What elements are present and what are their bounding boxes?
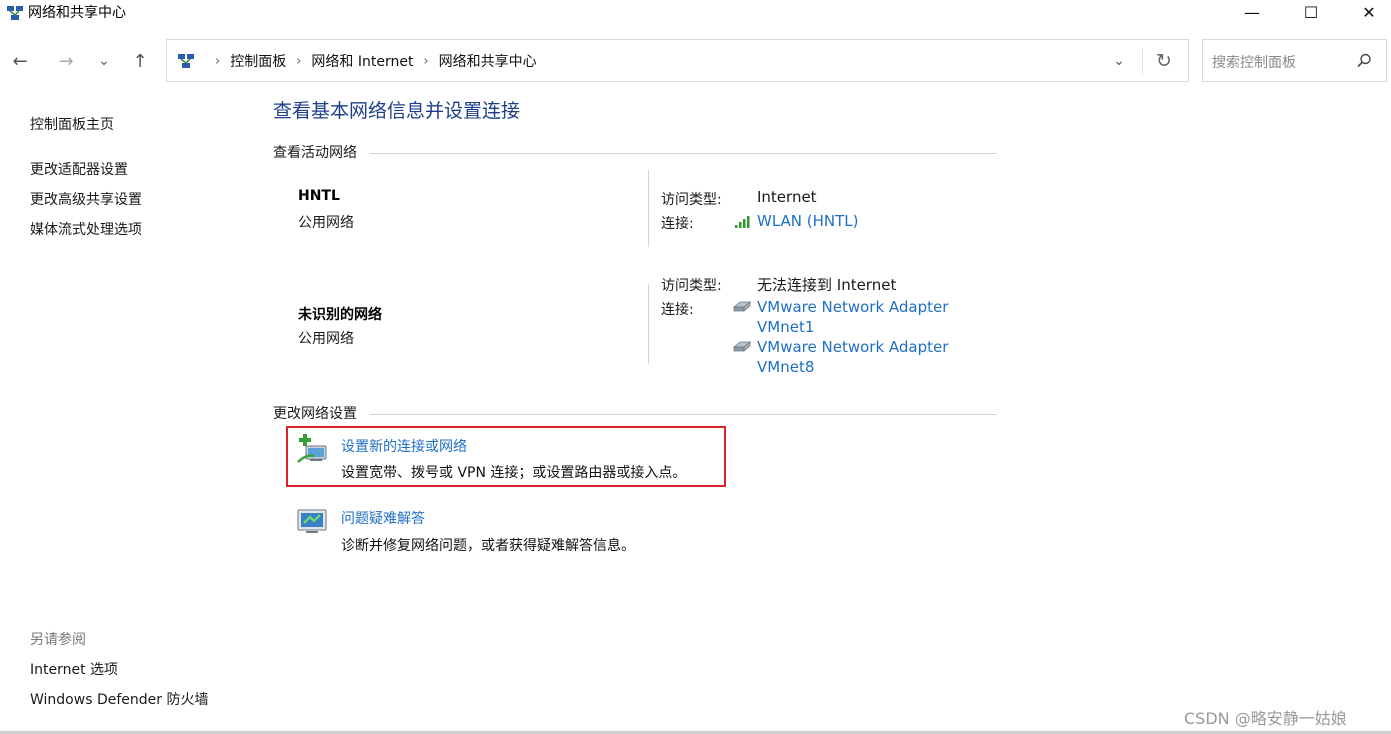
close-button[interactable]: ✕ <box>1346 0 1391 24</box>
breadcrumb-network-sharing-center[interactable]: 网络和共享中心 <box>439 51 537 71</box>
connection-label: 连接: <box>661 302 694 318</box>
breadcrumb-separator: › <box>423 53 429 69</box>
connection-link-vmnet1-name[interactable]: VMnet1 <box>757 318 814 336</box>
network-divider <box>648 170 649 247</box>
network-type: 公用网络 <box>298 215 354 231</box>
section-divider <box>370 153 997 154</box>
search-box[interactable]: 搜索控制面板 <box>1202 39 1387 82</box>
connection-link-vmnet8-name[interactable]: VMnet8 <box>757 358 814 376</box>
address-divider <box>1142 48 1143 74</box>
search-input[interactable]: 搜索控制面板 <box>1212 52 1296 72</box>
window-title: 网络和共享中心 <box>28 5 126 21</box>
access-type-value: 无法连接到 Internet <box>757 276 897 294</box>
up-button[interactable]: ↑ <box>127 48 153 74</box>
forward-button[interactable]: → <box>53 48 79 74</box>
network-name: 未识别的网络 <box>298 307 382 323</box>
see-also-internet-options[interactable]: Internet 选项 <box>30 659 118 679</box>
see-also-firewall[interactable]: Windows Defender 防火墙 <box>30 689 208 709</box>
ethernet-adapter-icon <box>732 341 752 352</box>
sidebar-link-advanced-sharing[interactable]: 更改高级共享设置 <box>30 189 142 209</box>
back-button[interactable]: ← <box>7 48 33 74</box>
address-bar[interactable]: › 控制面板 › 网络和 Internet › 网络和共享中心 ⌄ ↻ <box>166 39 1189 82</box>
see-also-heading: 另请参阅 <box>30 632 86 648</box>
connection-label: 连接: <box>661 216 694 232</box>
sidebar-home-link[interactable]: 控制面板主页 <box>30 114 114 134</box>
active-networks-heading: 查看活动网络 <box>273 145 357 161</box>
breadcrumb: › 控制面板 › 网络和 Internet › 网络和共享中心 <box>205 51 537 71</box>
sidebar-link-adapter-settings[interactable]: 更改适配器设置 <box>30 159 128 179</box>
breadcrumb-network-internet[interactable]: 网络和 Internet <box>311 51 413 71</box>
maximize-button[interactable]: ☐ <box>1288 0 1334 24</box>
recent-locations-button[interactable]: ⌄ <box>91 48 117 74</box>
access-type-label: 访问类型: <box>661 278 722 294</box>
change-settings-heading: 更改网络设置 <box>273 406 357 422</box>
breadcrumb-control-panel[interactable]: 控制面板 <box>230 51 286 71</box>
network-divider <box>648 284 649 364</box>
refresh-button[interactable]: ↻ <box>1152 49 1176 73</box>
wifi-signal-icon <box>735 216 750 228</box>
network-type: 公用网络 <box>298 331 354 347</box>
address-dropdown-button[interactable]: ⌄ <box>1107 50 1131 72</box>
connection-link-wlan[interactable]: WLAN (HNTL) <box>757 212 859 230</box>
access-type-value: Internet <box>757 188 817 206</box>
new-connection-icon <box>297 434 327 463</box>
sidebar-link-media-streaming[interactable]: 媒体流式处理选项 <box>30 219 142 239</box>
watermark: CSDN @略安静一姑娘 <box>1184 709 1347 728</box>
network-sharing-icon <box>7 6 23 20</box>
task-setup-connection-desc: 设置宽带、拨号或 VPN 连接；或设置路由器或接入点。 <box>341 465 687 481</box>
search-icon[interactable] <box>1355 52 1373 70</box>
network-name: HNTL <box>298 188 340 204</box>
page-title: 查看基本网络信息并设置连接 <box>273 100 521 122</box>
connection-link-vmnet8[interactable]: VMware Network Adapter <box>757 338 948 356</box>
task-setup-connection-link[interactable]: 设置新的连接或网络 <box>341 436 467 456</box>
ethernet-adapter-icon <box>732 301 752 312</box>
breadcrumb-separator: › <box>296 53 302 69</box>
connection-link-vmnet1[interactable]: VMware Network Adapter <box>757 298 948 316</box>
control-panel-icon <box>178 54 194 68</box>
minimize-button[interactable]: — <box>1229 0 1275 24</box>
task-troubleshoot-desc: 诊断并修复网络问题，或者获得疑难解答信息。 <box>341 538 635 554</box>
breadcrumb-separator: › <box>215 53 221 69</box>
troubleshoot-icon <box>297 509 327 533</box>
task-troubleshoot-link[interactable]: 问题疑难解答 <box>341 508 425 528</box>
section-divider <box>370 414 997 415</box>
title-bar: 网络和共享中心 — ☐ ✕ <box>0 0 1391 30</box>
access-type-label: 访问类型: <box>661 192 722 208</box>
